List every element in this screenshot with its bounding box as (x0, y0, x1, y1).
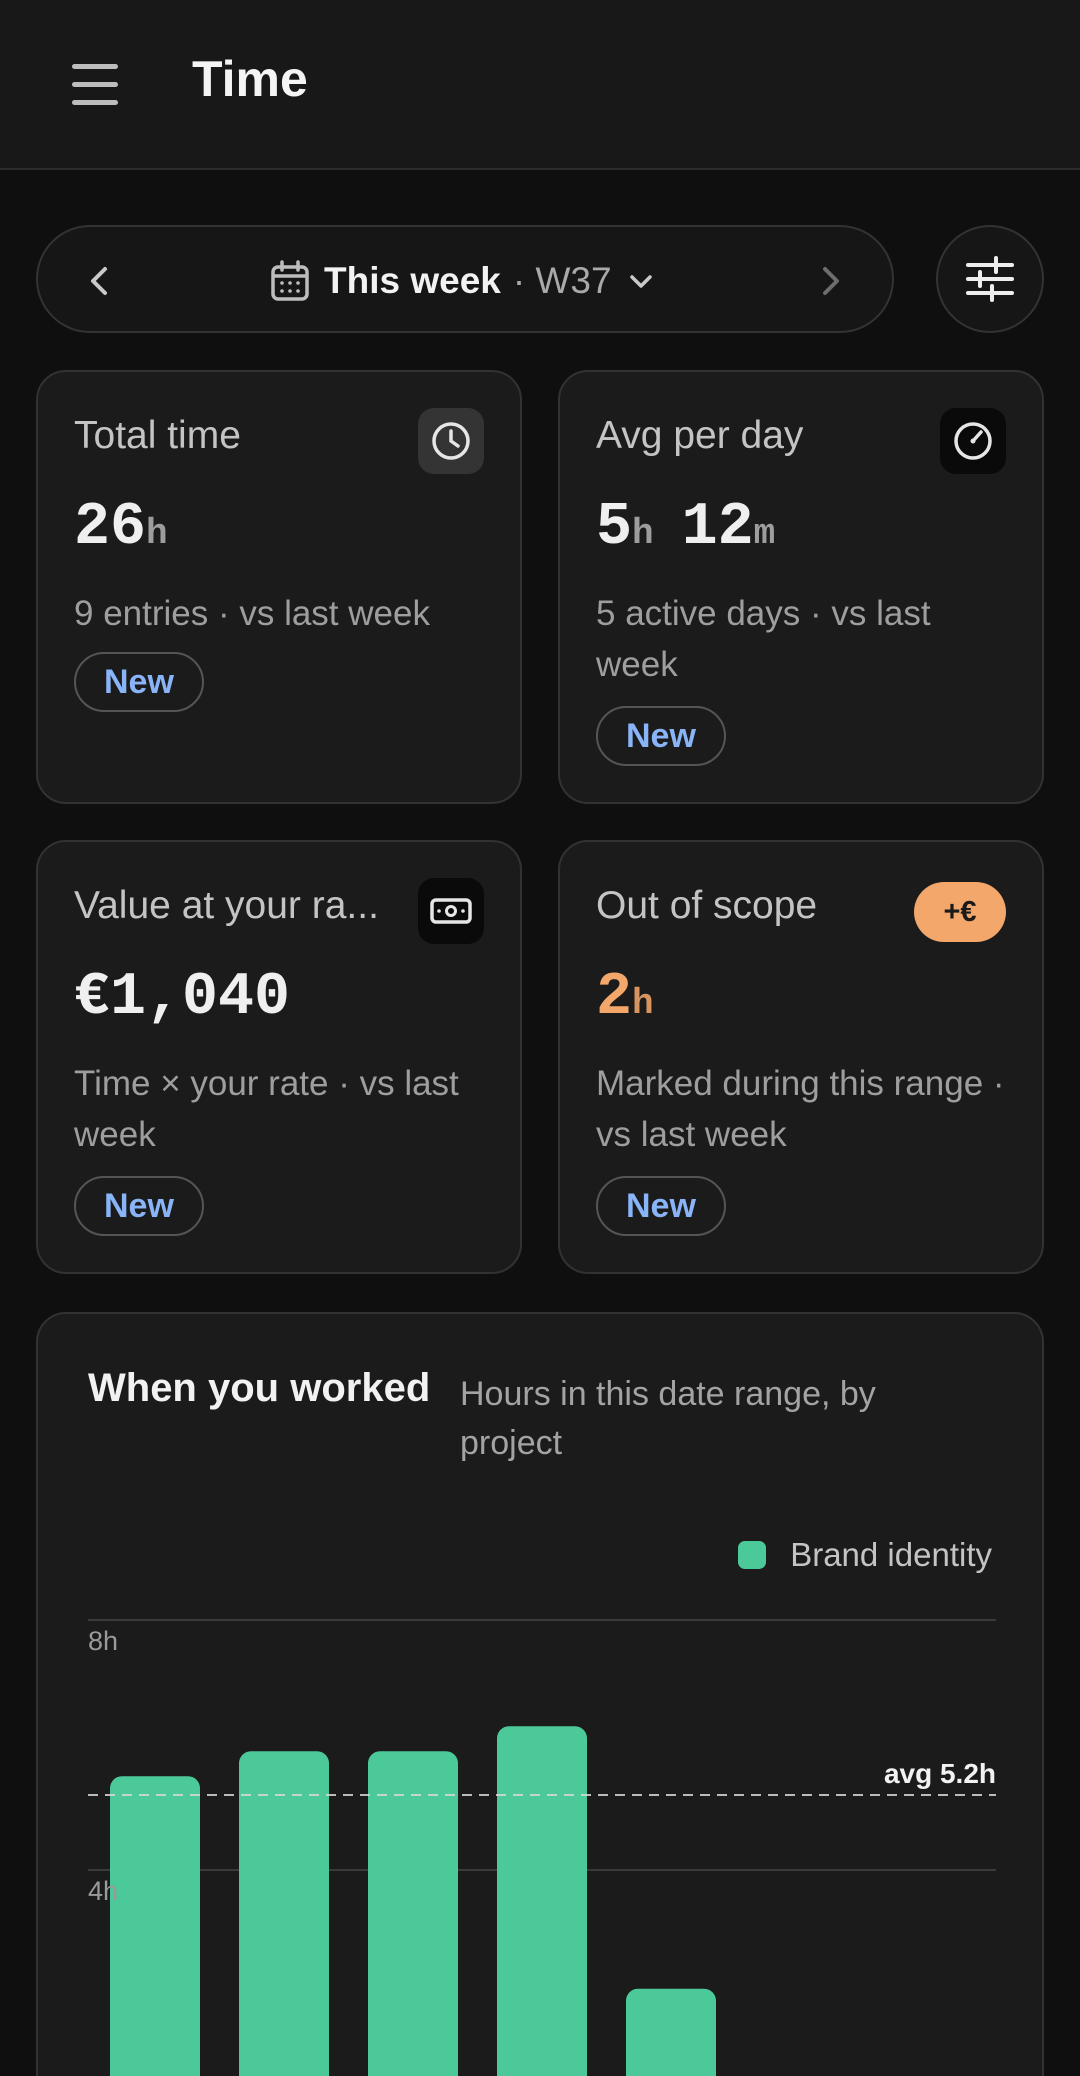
value-at-rate-card[interactable]: Value at your ra... €1,040 Time × your r… (36, 840, 522, 1274)
card-title: Value at your ra... (74, 884, 379, 927)
extra-charge-badge: +€ (914, 882, 1006, 942)
out-of-scope-card[interactable]: Out of scope +€ 2h Marked during this ra… (558, 840, 1044, 1274)
new-badge: New (74, 652, 204, 712)
card-value: €1,040 (74, 964, 291, 1032)
card-value: 2h (596, 964, 654, 1032)
when-you-worked-chart-card: When you worked Hours in this date range… (36, 1312, 1044, 2076)
card-subtitle: Time × your rate · vs last week (74, 1064, 459, 1154)
card-title: Avg per day (596, 414, 804, 457)
gauge-icon (940, 408, 1006, 474)
chevron-down-icon (629, 275, 652, 288)
card-value: 5h 12m (596, 494, 776, 562)
total-time-card[interactable]: Total time 26h 9 entries · vs last week … (36, 370, 522, 804)
chart-bar (110, 1776, 200, 2076)
range-label: This week (324, 260, 501, 301)
chart-bar (626, 1988, 716, 2076)
new-badge: New (596, 706, 726, 766)
menu-icon[interactable] (62, 55, 128, 115)
sliders-icon (966, 256, 1014, 302)
bar-chart: 8h 4h avg 5.2h (88, 1619, 996, 2076)
filter-button[interactable] (936, 225, 1044, 333)
chart-bar (239, 1751, 329, 2076)
card-title: Out of scope (596, 884, 818, 927)
app-bar: Time (0, 0, 1080, 170)
card-subtitle: 5 active days · vs last week (596, 594, 931, 684)
avg-per-day-card[interactable]: Avg per day 5h 12m 5 active days · vs las… (558, 370, 1044, 804)
card-title: Total time (74, 414, 241, 457)
chart-bar (497, 1726, 587, 2076)
clock-icon (418, 408, 484, 474)
page-title: Time (192, 51, 308, 107)
cash-icon (418, 878, 484, 944)
card-subtitle: Marked during this range · vs last week (596, 1064, 1005, 1154)
chevron-right-icon[interactable] (800, 251, 860, 311)
y-tick-label: 4h (88, 1876, 118, 1906)
card-subtitle: 9 entries · vs last week (74, 594, 430, 633)
y-tick-label: 8h (88, 1626, 118, 1656)
range-week: · W37 (512, 260, 612, 301)
new-badge: New (74, 1176, 204, 1236)
chevron-left-icon[interactable] (70, 251, 130, 311)
average-label: avg 5.2h (884, 1758, 996, 1789)
new-badge: New (596, 1176, 726, 1236)
calendar-icon (271, 260, 309, 301)
chart-bar (368, 1751, 458, 2076)
date-range-dropdown[interactable]: This week · W37 (268, 251, 658, 311)
card-value: 26h (74, 494, 168, 562)
date-range-selector: This week · W37 (36, 225, 894, 333)
